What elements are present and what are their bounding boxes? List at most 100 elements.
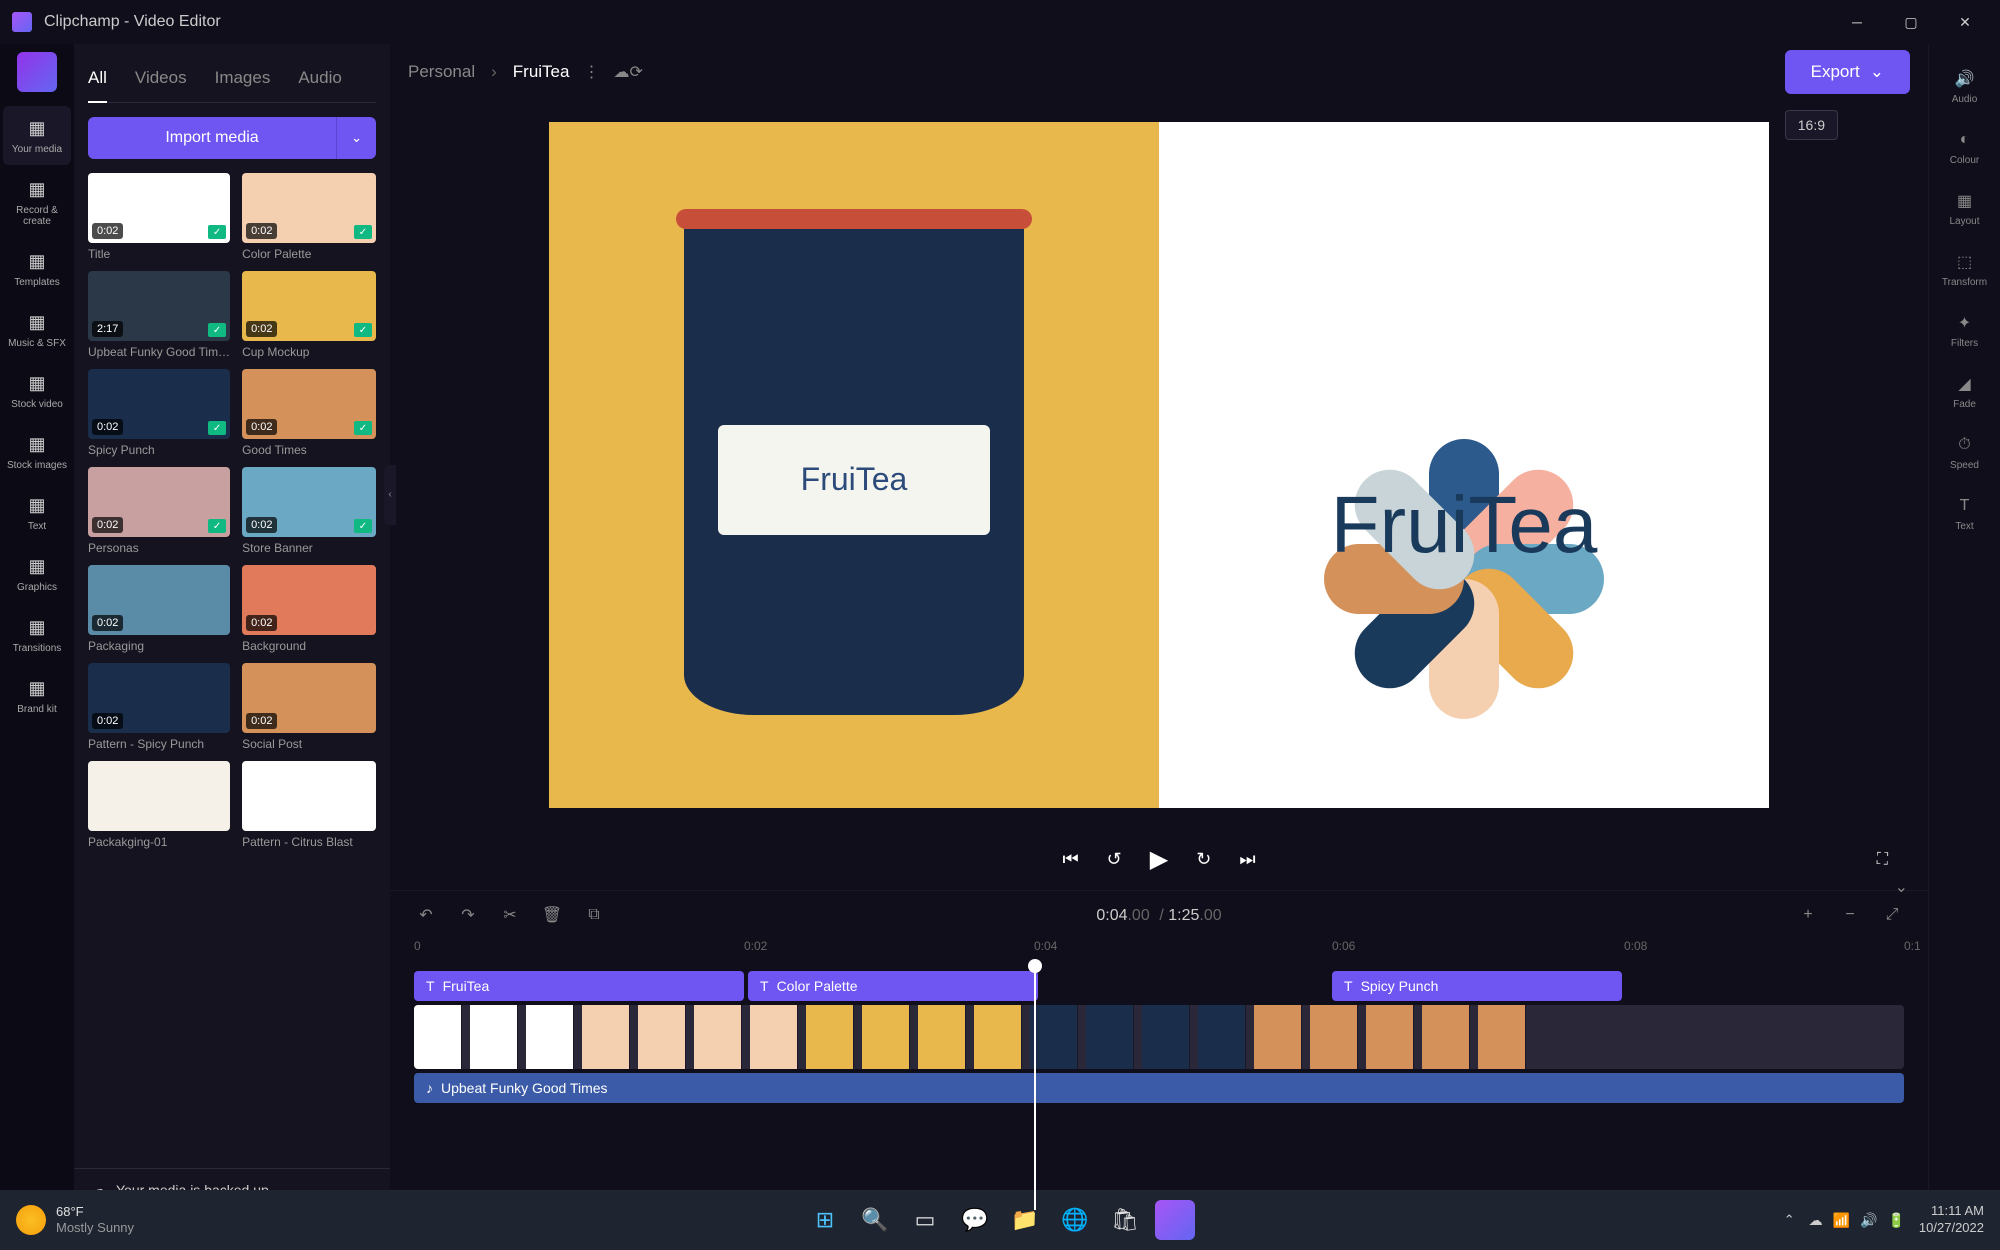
- rail-item-templates[interactable]: ▦Templates: [3, 239, 71, 298]
- volume-icon[interactable]: 🔊: [1860, 1212, 1877, 1229]
- rrail-layout[interactable]: ▦Layout: [1935, 178, 1995, 239]
- zoom-out-button[interactable]: −: [1838, 906, 1862, 924]
- templates-icon: ▦: [25, 249, 49, 273]
- rrail-filters[interactable]: ✦Filters: [1935, 300, 1995, 361]
- zoom-in-button[interactable]: +: [1796, 906, 1820, 924]
- logo-icon[interactable]: [17, 52, 57, 92]
- tab-images[interactable]: Images: [215, 60, 271, 102]
- audio-track[interactable]: ♪ Upbeat Funky Good Times: [414, 1073, 1904, 1103]
- audio-clip[interactable]: ♪ Upbeat Funky Good Times: [414, 1073, 1904, 1103]
- start-button[interactable]: ⊞: [805, 1200, 845, 1240]
- skip-end-button[interactable]: ⏭: [1239, 849, 1255, 870]
- media-item[interactable]: Pattern - Citrus Blast: [242, 761, 376, 849]
- rrail-text[interactable]: TText: [1935, 483, 1995, 544]
- wifi-icon[interactable]: 📶: [1833, 1212, 1850, 1229]
- minimize-button[interactable]: ─: [1834, 6, 1880, 38]
- duplicate-button[interactable]: ⧉: [582, 906, 606, 924]
- duration-badge: 0:02: [246, 517, 277, 533]
- tray-chevron-icon[interactable]: ⌃: [1784, 1212, 1795, 1228]
- collapse-panel-handle[interactable]: ‹: [384, 465, 396, 525]
- rail-item-stock-video[interactable]: ▦Stock video: [3, 361, 71, 420]
- tab-videos[interactable]: Videos: [135, 60, 187, 102]
- rrail-speed[interactable]: ⏱Speed: [1935, 422, 1995, 483]
- redo-button[interactable]: ↷: [456, 905, 480, 925]
- explorer-icon[interactable]: 📁: [1005, 1200, 1045, 1240]
- fullscreen-button[interactable]: ⛶: [1877, 851, 1888, 869]
- media-item[interactable]: 0:02✓Good Times: [242, 369, 376, 457]
- media-item[interactable]: 0:02✓Spicy Punch: [88, 369, 230, 457]
- media-item[interactable]: 2:17✓Upbeat Funky Good Tim…: [88, 271, 230, 359]
- timeline-ruler[interactable]: 00:020:040:060:080:1: [390, 939, 1928, 967]
- text-track[interactable]: TFruiTeaTColor Palette TSpicy Punch: [414, 971, 1904, 1001]
- video-clip[interactable]: [414, 1005, 1904, 1069]
- media-item[interactable]: 0:02✓Personas: [88, 467, 230, 555]
- rewind-button[interactable]: ↺: [1107, 849, 1122, 870]
- export-button[interactable]: Export ⌄: [1785, 50, 1910, 94]
- aspect-ratio-badge[interactable]: 16:9: [1785, 110, 1838, 140]
- system-tray[interactable]: ☁ 📶 🔊 🔋: [1809, 1212, 1905, 1229]
- edge-icon[interactable]: 🌐: [1055, 1200, 1095, 1240]
- cloud-sync-icon[interactable]: ☁⟳: [613, 62, 642, 82]
- media-item[interactable]: 0:02✓Store Banner: [242, 467, 376, 555]
- split-button[interactable]: ✂: [498, 905, 522, 925]
- rail-item-music-sfx[interactable]: ▦Music & SFX: [3, 300, 71, 359]
- breadcrumb-root[interactable]: Personal: [408, 62, 475, 82]
- rail-item-record-create[interactable]: ▦Record & create: [3, 167, 71, 237]
- rrail-colour[interactable]: ◐Colour: [1935, 117, 1995, 178]
- tab-all[interactable]: All: [88, 60, 107, 102]
- collapse-timeline-button[interactable]: ⌄: [1895, 877, 1908, 897]
- image-icon: ▦: [25, 432, 49, 456]
- clock[interactable]: 11:11 AM 10/27/2022: [1919, 1203, 1984, 1237]
- timeline-tracks[interactable]: TFruiTeaTColor Palette TSpicy Punch ♪ Upb…: [390, 967, 1928, 1210]
- media-label: Personas: [88, 541, 230, 555]
- rrail-fade[interactable]: ◢Fade: [1935, 361, 1995, 422]
- preview-right-half: FruiTea: [1159, 122, 1769, 808]
- forward-button[interactable]: ↻: [1196, 849, 1211, 870]
- media-item[interactable]: Packakging-01: [88, 761, 230, 849]
- import-media-button[interactable]: Import media: [88, 117, 336, 159]
- task-view-button[interactable]: ▭: [905, 1200, 945, 1240]
- media-item[interactable]: 0:02Social Post: [242, 663, 376, 751]
- media-item[interactable]: 0:02Pattern - Spicy Punch: [88, 663, 230, 751]
- left-rail: ▦Your media▦Record & create▦Templates▦Mu…: [0, 44, 74, 1210]
- text-icon: T: [426, 978, 435, 994]
- delete-button[interactable]: 🗑: [540, 905, 564, 925]
- store-icon[interactable]: 🛍: [1105, 1200, 1145, 1240]
- media-item[interactable]: 0:02Background: [242, 565, 376, 653]
- timeline-toolbar: ↶ ↷ ✂ 🗑 ⧉ 0:04.00 / 1:25.00 + − ⤢: [390, 891, 1928, 939]
- rail-item-text[interactable]: ▦Text: [3, 483, 71, 542]
- rail-item-your-media[interactable]: ▦Your media: [3, 106, 71, 165]
- clipchamp-taskbar-icon[interactable]: [1155, 1200, 1195, 1240]
- rail-item-brand-kit[interactable]: ▦Brand kit: [3, 666, 71, 725]
- weather-widget[interactable]: 68°F Mostly Sunny: [16, 1204, 134, 1235]
- text-clip[interactable]: TFruiTea: [414, 971, 744, 1001]
- rrail-transform[interactable]: ⬚Transform: [1935, 239, 1995, 300]
- media-item[interactable]: 0:02✓Color Palette: [242, 173, 376, 261]
- tab-audio[interactable]: Audio: [298, 60, 341, 102]
- search-button[interactable]: 🔍: [855, 1200, 895, 1240]
- media-item[interactable]: 0:02✓Cup Mockup: [242, 271, 376, 359]
- breadcrumb-project[interactable]: FruiTea: [513, 62, 570, 82]
- onedrive-icon[interactable]: ☁: [1809, 1212, 1823, 1229]
- media-item[interactable]: 0:02Packaging: [88, 565, 230, 653]
- text-clip[interactable]: TSpicy Punch: [1332, 971, 1622, 1001]
- skip-start-button[interactable]: ⏮: [1062, 849, 1078, 870]
- zoom-fit-button[interactable]: ⤢: [1880, 906, 1904, 924]
- rrail-audio[interactable]: 🔊Audio: [1935, 56, 1995, 117]
- import-dropdown-button[interactable]: ⌄: [336, 117, 376, 159]
- battery-icon[interactable]: 🔋: [1887, 1212, 1904, 1229]
- playhead[interactable]: [1034, 967, 1036, 1210]
- text-clip[interactable]: TColor Palette: [748, 971, 1038, 1001]
- media-item[interactable]: 0:02✓Title: [88, 173, 230, 261]
- undo-button[interactable]: ↶: [414, 905, 438, 925]
- video-preview[interactable]: FruiTea FruiTea: [549, 122, 1769, 808]
- rail-item-transitions[interactable]: ▦Transitions: [3, 605, 71, 664]
- rail-item-graphics[interactable]: ▦Graphics: [3, 544, 71, 603]
- chat-app-icon[interactable]: 💬: [955, 1200, 995, 1240]
- video-track[interactable]: [414, 1005, 1904, 1069]
- play-button[interactable]: ▶: [1150, 845, 1168, 874]
- more-options-button[interactable]: ⋮: [583, 62, 599, 82]
- close-button[interactable]: ✕: [1942, 6, 1988, 38]
- rail-item-stock-images[interactable]: ▦Stock images: [3, 422, 71, 481]
- maximize-button[interactable]: ▢: [1888, 6, 1934, 38]
